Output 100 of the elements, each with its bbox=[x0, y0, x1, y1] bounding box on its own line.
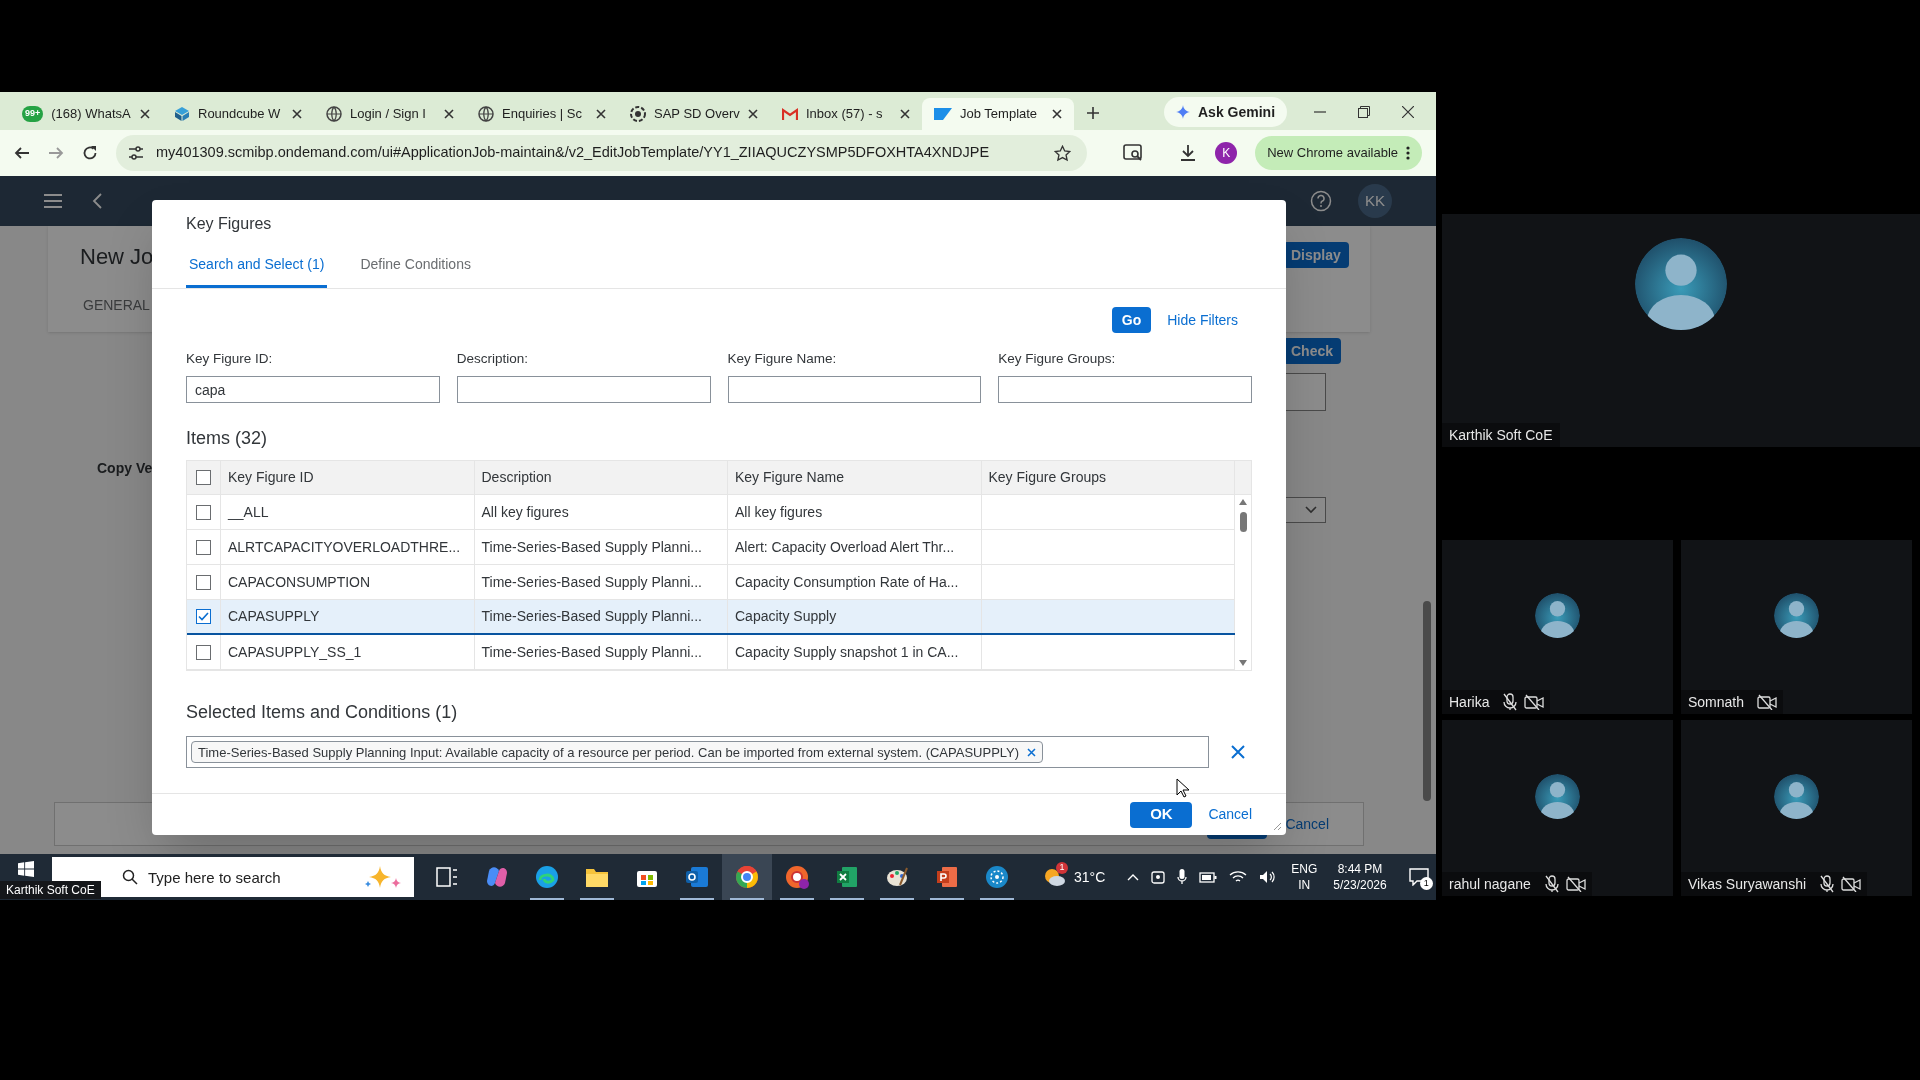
chevron-icon[interactable] bbox=[1127, 873, 1140, 881]
cube-icon bbox=[174, 106, 190, 122]
clock-date[interactable]: 5/23/2026 bbox=[1333, 877, 1387, 893]
browser-tab[interactable]: SAP SD Overv bbox=[618, 98, 770, 130]
browser-tab[interactable]: Login / Sign I bbox=[314, 98, 466, 130]
ask-gemini-button[interactable]: Ask Gemini bbox=[1164, 97, 1288, 127]
column-header[interactable]: Key Figure Groups bbox=[988, 467, 1106, 489]
filter-input[interactable] bbox=[727, 376, 982, 404]
close-icon[interactable] bbox=[1402, 106, 1414, 118]
browser-tab[interactable]: Enquiries | Sc bbox=[466, 98, 618, 130]
checkbox[interactable] bbox=[196, 609, 211, 625]
cancel-button[interactable]: Cancel bbox=[1208, 801, 1252, 828]
tab-title: Enquiries | Sc bbox=[502, 105, 583, 124]
menu-icon[interactable] bbox=[44, 194, 62, 208]
checkbox[interactable] bbox=[196, 539, 211, 555]
wave-icon bbox=[535, 865, 559, 889]
presenter-label: Karthik Soft CoE bbox=[0, 881, 101, 899]
notification-badge: 1 bbox=[1056, 862, 1068, 874]
table-row[interactable]: CAPASUPPLY Time-Series-Based Supply Planni... Capacity Supply bbox=[187, 600, 1235, 636]
table-row[interactable]: CAPACONSUMPTION Time-Series-Based Supply Planni... Capacity Consumption Rate of Ha... bbox=[187, 565, 1235, 601]
close-icon[interactable] bbox=[292, 109, 302, 119]
weather-icon[interactable] bbox=[1042, 866, 1066, 888]
camera-icon[interactable] bbox=[1151, 869, 1166, 885]
filter-input[interactable]: capa bbox=[186, 376, 440, 404]
close-icon[interactable] bbox=[1052, 109, 1062, 119]
table-row[interactable]: CAPASUPPLY_SS_1 Time-Series-Based Supply Planni... Capacity Supply snapshot 1 in CA... bbox=[187, 635, 1235, 671]
restore-icon[interactable] bbox=[1358, 106, 1370, 118]
update-chrome-button[interactable]: New Chrome available bbox=[1255, 136, 1422, 170]
tokens-field[interactable]: Time-Series-Based Supply Planning Input: Available capacity of a resource per period. Can be imported from external system. (CAPASUPPLY) bbox=[186, 736, 1209, 769]
hide-filters-link[interactable]: Hide Filters bbox=[1167, 309, 1238, 331]
browser-tab[interactable]: Roundcube W bbox=[162, 98, 314, 130]
checkbox[interactable] bbox=[196, 470, 211, 486]
checkbox[interactable] bbox=[196, 504, 211, 520]
checkbox[interactable] bbox=[196, 644, 211, 660]
site-settings-icon[interactable] bbox=[128, 146, 144, 160]
battery-icon[interactable] bbox=[1199, 871, 1218, 883]
table-cell-text: ALRTCAPACITYOVERLOADTHRE... bbox=[228, 537, 461, 557]
start-icon[interactable] bbox=[18, 861, 34, 877]
clock-time[interactable]: 8:44 PM bbox=[1337, 861, 1383, 877]
close-icon[interactable] bbox=[596, 109, 606, 119]
close-icon[interactable] bbox=[140, 109, 150, 119]
lens-icon[interactable] bbox=[1123, 144, 1144, 162]
browser-tab[interactable]: Job Template bbox=[922, 98, 1074, 130]
scroll-down-icon[interactable] bbox=[1239, 660, 1247, 667]
selected-token[interactable]: Time-Series-Based Supply Planning Input: Available capacity of a resource per period. Can be imported from external system. (CAPASUPPLY) bbox=[191, 741, 1044, 764]
user-avatar[interactable]: KK bbox=[1358, 184, 1392, 218]
notifications-icon[interactable] bbox=[1408, 868, 1429, 886]
browser-tab[interactable]: Inbox (57) - s bbox=[770, 98, 922, 130]
taskbar-app[interactable] bbox=[722, 854, 772, 900]
download-icon[interactable] bbox=[1179, 144, 1198, 162]
back-icon[interactable] bbox=[14, 145, 30, 161]
close-icon[interactable] bbox=[748, 109, 758, 119]
table-cell-text: All key figures bbox=[481, 502, 569, 522]
clear-icon[interactable] bbox=[1231, 745, 1245, 760]
table-cell-text: CAPASUPPLY_SS_1 bbox=[228, 642, 362, 662]
profile-avatar[interactable]: K bbox=[1215, 142, 1238, 164]
table-cell-text: Time-Series-Based Supply Planni... bbox=[481, 572, 702, 592]
wifi-icon[interactable] bbox=[1229, 870, 1248, 884]
caret-icon bbox=[1305, 506, 1317, 514]
reload-icon[interactable] bbox=[82, 145, 98, 161]
more-icon bbox=[1406, 146, 1410, 160]
scrollbar-thumb[interactable] bbox=[1239, 512, 1247, 533]
help-icon[interactable] bbox=[1310, 190, 1332, 212]
globe-icon bbox=[478, 106, 494, 122]
column-header[interactable]: Key Figure Name bbox=[735, 467, 844, 489]
close-icon[interactable] bbox=[900, 109, 910, 119]
forward-icon[interactable] bbox=[48, 145, 64, 161]
spreadsheet-icon bbox=[836, 866, 858, 888]
volume-icon[interactable] bbox=[1259, 870, 1278, 884]
table-cell-text: Time-Series-Based Supply Planni... bbox=[481, 642, 702, 662]
avatar-silhouette bbox=[1774, 592, 1819, 638]
scroll-up-icon[interactable] bbox=[1239, 499, 1247, 506]
scrollbar-thumb[interactable] bbox=[1423, 601, 1431, 801]
field-label: Copy Ve bbox=[97, 459, 153, 478]
bookmark-star-icon[interactable] bbox=[1054, 144, 1072, 162]
filter-input[interactable] bbox=[998, 376, 1252, 404]
column-header[interactable]: Key Figure ID bbox=[228, 467, 314, 489]
checkbox[interactable] bbox=[196, 574, 211, 590]
table-cell-text: Capacity Supply snapshot 1 in CA... bbox=[735, 642, 959, 662]
mail-icon bbox=[782, 106, 798, 122]
table-row[interactable]: ALRTCAPACITYOVERLOADTHRE... Time-Series-Based Supply Planni... Alert: Capacity Overload Alert Thr... bbox=[187, 530, 1235, 566]
dialog-tab[interactable]: Define Conditions bbox=[357, 254, 474, 288]
filter-input[interactable] bbox=[456, 376, 711, 404]
microphone-icon[interactable] bbox=[1177, 869, 1188, 885]
language-text[interactable]: ENG bbox=[1291, 861, 1318, 877]
browser-tab[interactable]: 99+ (168) WhatsA bbox=[10, 98, 162, 130]
table-cell-text: All key figures bbox=[735, 502, 823, 522]
dialog-tab[interactable]: Search and Select (1) bbox=[186, 254, 328, 288]
column-header[interactable]: Description bbox=[481, 467, 552, 489]
resize-handle-icon[interactable] bbox=[1273, 822, 1282, 831]
remove-icon[interactable] bbox=[1027, 747, 1037, 757]
participant-name: Somnath bbox=[1687, 692, 1746, 712]
go-button[interactable]: Go bbox=[1111, 307, 1152, 333]
table-row[interactable]: __ALL All key figures All key figures bbox=[187, 495, 1235, 531]
close-icon[interactable] bbox=[444, 109, 454, 119]
region-text[interactable]: IN bbox=[1298, 877, 1311, 893]
ok-button[interactable]: OK bbox=[1130, 801, 1193, 828]
tab-title: Inbox (57) - s bbox=[806, 105, 884, 124]
task-view-icon bbox=[436, 867, 458, 887]
new-tab-icon[interactable] bbox=[1086, 106, 1100, 120]
